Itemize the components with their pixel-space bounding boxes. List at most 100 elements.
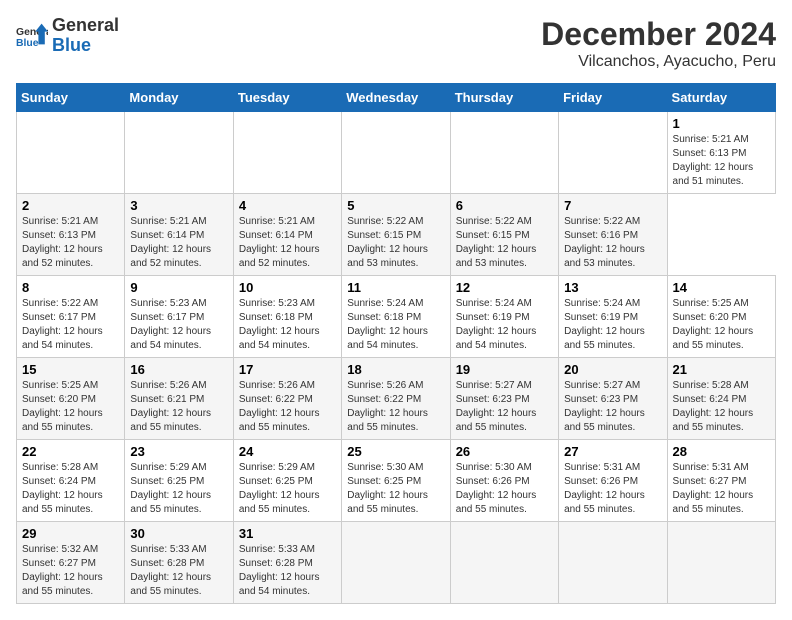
day-number: 25 <box>347 444 444 459</box>
day-number: 8 <box>22 280 119 295</box>
calendar-cell: 19 Sunrise: 5:27 AMSunset: 6:23 PMDaylig… <box>450 358 558 440</box>
logo: General Blue General Blue <box>16 16 119 56</box>
day-number: 30 <box>130 526 227 541</box>
calendar-cell-empty <box>450 522 558 604</box>
day-number: 22 <box>22 444 119 459</box>
calendar-cell: 16 Sunrise: 5:26 AMSunset: 6:21 PMDaylig… <box>125 358 233 440</box>
day-number: 9 <box>130 280 227 295</box>
day-of-week-header: Wednesday <box>342 84 450 112</box>
day-number: 31 <box>239 526 336 541</box>
calendar-cell: 9 Sunrise: 5:23 AMSunset: 6:17 PMDayligh… <box>125 276 233 358</box>
calendar-cell: 1 Sunrise: 5:21 AMSunset: 6:13 PMDayligh… <box>667 112 775 194</box>
calendar-cell-empty <box>450 112 558 194</box>
calendar-cell: 7 Sunrise: 5:22 AMSunset: 6:16 PMDayligh… <box>559 194 667 276</box>
day-info: Sunrise: 5:23 AMSunset: 6:18 PMDaylight:… <box>239 297 336 353</box>
calendar-cell: 31 Sunrise: 5:33 AMSunset: 6:28 PMDaylig… <box>233 522 341 604</box>
calendar-cell: 3 Sunrise: 5:21 AMSunset: 6:14 PMDayligh… <box>125 194 233 276</box>
calendar-cell: 18 Sunrise: 5:26 AMSunset: 6:22 PMDaylig… <box>342 358 450 440</box>
day-number: 29 <box>22 526 119 541</box>
day-info: Sunrise: 5:30 AMSunset: 6:26 PMDaylight:… <box>456 461 553 517</box>
calendar-cell-empty <box>342 522 450 604</box>
day-info: Sunrise: 5:26 AMSunset: 6:22 PMDaylight:… <box>239 379 336 435</box>
calendar-week-row: 1 Sunrise: 5:21 AMSunset: 6:13 PMDayligh… <box>17 112 776 194</box>
calendar-cell: 15 Sunrise: 5:25 AMSunset: 6:20 PMDaylig… <box>17 358 125 440</box>
page-subtitle: Vilcanchos, Ayacucho, Peru <box>541 53 776 71</box>
day-info: Sunrise: 5:22 AMSunset: 6:15 PMDaylight:… <box>347 215 444 271</box>
day-info: Sunrise: 5:24 AMSunset: 6:19 PMDaylight:… <box>456 297 553 353</box>
day-info: Sunrise: 5:31 AMSunset: 6:26 PMDaylight:… <box>564 461 661 517</box>
day-info: Sunrise: 5:24 AMSunset: 6:19 PMDaylight:… <box>564 297 661 353</box>
logo-text: General Blue <box>52 16 119 56</box>
day-of-week-header: Tuesday <box>233 84 341 112</box>
calendar-body: 1 Sunrise: 5:21 AMSunset: 6:13 PMDayligh… <box>17 112 776 604</box>
day-info: Sunrise: 5:28 AMSunset: 6:24 PMDaylight:… <box>673 379 770 435</box>
day-info: Sunrise: 5:23 AMSunset: 6:17 PMDaylight:… <box>130 297 227 353</box>
calendar-cell: 13 Sunrise: 5:24 AMSunset: 6:19 PMDaylig… <box>559 276 667 358</box>
calendar-cell: 25 Sunrise: 5:30 AMSunset: 6:25 PMDaylig… <box>342 440 450 522</box>
day-number: 15 <box>22 362 119 377</box>
calendar-cell: 4 Sunrise: 5:21 AMSunset: 6:14 PMDayligh… <box>233 194 341 276</box>
day-of-week-header: Friday <box>559 84 667 112</box>
calendar-header: SundayMondayTuesdayWednesdayThursdayFrid… <box>17 84 776 112</box>
calendar-cell: 23 Sunrise: 5:29 AMSunset: 6:25 PMDaylig… <box>125 440 233 522</box>
calendar-cell: 24 Sunrise: 5:29 AMSunset: 6:25 PMDaylig… <box>233 440 341 522</box>
calendar-cell: 30 Sunrise: 5:33 AMSunset: 6:28 PMDaylig… <box>125 522 233 604</box>
day-info: Sunrise: 5:26 AMSunset: 6:21 PMDaylight:… <box>130 379 227 435</box>
calendar-week-row: 15 Sunrise: 5:25 AMSunset: 6:20 PMDaylig… <box>17 358 776 440</box>
day-info: Sunrise: 5:24 AMSunset: 6:18 PMDaylight:… <box>347 297 444 353</box>
calendar-week-row: 22 Sunrise: 5:28 AMSunset: 6:24 PMDaylig… <box>17 440 776 522</box>
day-number: 18 <box>347 362 444 377</box>
calendar-cell: 10 Sunrise: 5:23 AMSunset: 6:18 PMDaylig… <box>233 276 341 358</box>
page-header: General Blue General Blue December 2024 … <box>16 16 776 71</box>
calendar-cell: 26 Sunrise: 5:30 AMSunset: 6:26 PMDaylig… <box>450 440 558 522</box>
day-number: 11 <box>347 280 444 295</box>
day-number: 19 <box>456 362 553 377</box>
calendar-cell: 14 Sunrise: 5:25 AMSunset: 6:20 PMDaylig… <box>667 276 775 358</box>
calendar-week-row: 2 Sunrise: 5:21 AMSunset: 6:13 PMDayligh… <box>17 194 776 276</box>
day-number: 10 <box>239 280 336 295</box>
day-number: 24 <box>239 444 336 459</box>
calendar-cell-empty <box>667 522 775 604</box>
day-number: 20 <box>564 362 661 377</box>
calendar-table: SundayMondayTuesdayWednesdayThursdayFrid… <box>16 83 776 604</box>
day-info: Sunrise: 5:29 AMSunset: 6:25 PMDaylight:… <box>130 461 227 517</box>
day-number: 21 <box>673 362 770 377</box>
calendar-cell: 2 Sunrise: 5:21 AMSunset: 6:13 PMDayligh… <box>17 194 125 276</box>
day-number: 14 <box>673 280 770 295</box>
day-info: Sunrise: 5:30 AMSunset: 6:25 PMDaylight:… <box>347 461 444 517</box>
day-info: Sunrise: 5:25 AMSunset: 6:20 PMDaylight:… <box>22 379 119 435</box>
day-info: Sunrise: 5:22 AMSunset: 6:16 PMDaylight:… <box>564 215 661 271</box>
day-of-week-header: Sunday <box>17 84 125 112</box>
day-info: Sunrise: 5:31 AMSunset: 6:27 PMDaylight:… <box>673 461 770 517</box>
day-number: 28 <box>673 444 770 459</box>
calendar-cell: 5 Sunrise: 5:22 AMSunset: 6:15 PMDayligh… <box>342 194 450 276</box>
calendar-cell: 17 Sunrise: 5:26 AMSunset: 6:22 PMDaylig… <box>233 358 341 440</box>
day-info: Sunrise: 5:21 AMSunset: 6:13 PMDaylight:… <box>673 133 770 189</box>
day-number: 4 <box>239 198 336 213</box>
calendar-cell: 27 Sunrise: 5:31 AMSunset: 6:26 PMDaylig… <box>559 440 667 522</box>
calendar-week-row: 29 Sunrise: 5:32 AMSunset: 6:27 PMDaylig… <box>17 522 776 604</box>
calendar-cell: 6 Sunrise: 5:22 AMSunset: 6:15 PMDayligh… <box>450 194 558 276</box>
day-number: 27 <box>564 444 661 459</box>
day-of-week-header: Monday <box>125 84 233 112</box>
calendar-cell-empty <box>125 112 233 194</box>
calendar-cell: 20 Sunrise: 5:27 AMSunset: 6:23 PMDaylig… <box>559 358 667 440</box>
day-info: Sunrise: 5:29 AMSunset: 6:25 PMDaylight:… <box>239 461 336 517</box>
day-number: 17 <box>239 362 336 377</box>
day-info: Sunrise: 5:25 AMSunset: 6:20 PMDaylight:… <box>673 297 770 353</box>
day-info: Sunrise: 5:32 AMSunset: 6:27 PMDaylight:… <box>22 543 119 599</box>
day-number: 23 <box>130 444 227 459</box>
day-info: Sunrise: 5:21 AMSunset: 6:13 PMDaylight:… <box>22 215 119 271</box>
day-number: 5 <box>347 198 444 213</box>
calendar-cell-empty <box>233 112 341 194</box>
calendar-week-row: 8 Sunrise: 5:22 AMSunset: 6:17 PMDayligh… <box>17 276 776 358</box>
day-info: Sunrise: 5:27 AMSunset: 6:23 PMDaylight:… <box>456 379 553 435</box>
day-info: Sunrise: 5:28 AMSunset: 6:24 PMDaylight:… <box>22 461 119 517</box>
day-info: Sunrise: 5:22 AMSunset: 6:17 PMDaylight:… <box>22 297 119 353</box>
calendar-cell: 11 Sunrise: 5:24 AMSunset: 6:18 PMDaylig… <box>342 276 450 358</box>
logo-icon: General Blue <box>16 22 48 50</box>
day-number: 26 <box>456 444 553 459</box>
day-info: Sunrise: 5:27 AMSunset: 6:23 PMDaylight:… <box>564 379 661 435</box>
day-info: Sunrise: 5:26 AMSunset: 6:22 PMDaylight:… <box>347 379 444 435</box>
svg-text:Blue: Blue <box>16 38 39 49</box>
